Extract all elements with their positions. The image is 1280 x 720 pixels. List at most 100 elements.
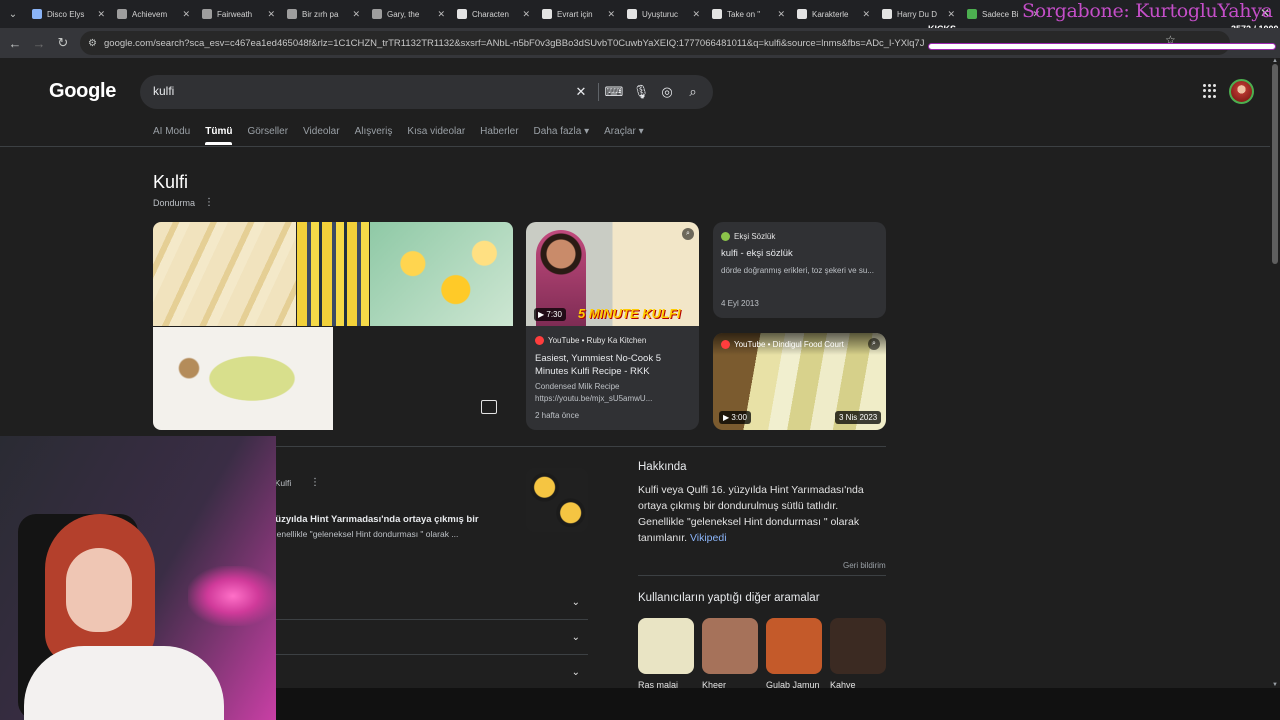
other-search-item[interactable]: Kahve xyxy=(830,618,886,690)
eksi-title[interactable]: kulfi - ekşi sözlük xyxy=(721,247,793,260)
tab-close-icon[interactable]: ✕ xyxy=(437,9,445,20)
search-tab[interactable]: Görseller xyxy=(247,126,288,145)
other-search-item[interactable]: Kheer xyxy=(702,618,758,690)
accordion-row-2[interactable]: ⌄ xyxy=(270,620,588,655)
search-tab[interactable]: Haberler xyxy=(480,126,518,145)
more-images-icon[interactable] xyxy=(481,400,497,414)
tab-close-icon[interactable]: ✕ xyxy=(777,9,785,20)
video2-duration: ▶ 3:00 xyxy=(719,411,751,424)
tab-favicon-icon xyxy=(712,9,722,19)
browser-tab[interactable]: Karakterle ✕ xyxy=(791,1,876,27)
search-tab[interactable]: Daha fazla ▾ xyxy=(534,126,590,145)
reload-icon[interactable]: ↻ xyxy=(51,31,75,55)
keyboard-icon[interactable]: ⌨ xyxy=(605,84,624,100)
video-title[interactable]: Easiest, Yummiest No-Cook 5 Minutes Kulf… xyxy=(535,352,685,378)
tab-favicon-icon xyxy=(32,9,42,19)
browser-tab[interactable]: Gary, the ✕ xyxy=(366,1,451,27)
video-thumbnail[interactable]: 5 MINUTE KULFI ▶ 7:30 ⌕ xyxy=(526,222,699,326)
browser-tab[interactable]: Achievem ✕ xyxy=(111,1,196,27)
streamer-shirt xyxy=(24,646,224,720)
other-search-thumbnail[interactable] xyxy=(830,618,886,674)
video2-source-label: YouTube • Dindigul Food Court xyxy=(734,340,844,349)
search-icon[interactable]: ⌕ xyxy=(685,84,701,100)
eksi-date: 4 Eyl 2013 xyxy=(721,299,759,308)
video-link[interactable]: https://youtu.be/mjx_sU5amwU... xyxy=(535,393,652,405)
google-apps-icon[interactable] xyxy=(1203,84,1217,98)
search-tab[interactable]: Videolar xyxy=(303,126,340,145)
account-avatar[interactable] xyxy=(1229,79,1254,104)
search-tab[interactable]: Alışveriş xyxy=(355,126,393,145)
tab-close-icon[interactable]: ✕ xyxy=(182,9,190,20)
kulfi-image-1[interactable] xyxy=(153,222,296,326)
browser-tab[interactable]: Disco Elys ✕ xyxy=(26,1,111,27)
browser-tab-label: Uyuşturuc xyxy=(642,9,679,19)
lens-icon[interactable]: ◎ xyxy=(659,84,675,100)
search-input[interactable] xyxy=(153,84,553,98)
search-tab[interactable]: Kısa videolar xyxy=(407,126,465,145)
result-thumbnail[interactable] xyxy=(526,468,588,532)
other-search-thumbnail[interactable] xyxy=(766,618,822,674)
browser-tab[interactable]: Uyuşturuc ✕ xyxy=(621,1,706,27)
kulfi-image-3[interactable] xyxy=(370,222,513,326)
knowledge-panel-title: Kulfi xyxy=(153,172,189,192)
tab-close-icon[interactable]: ✕ xyxy=(522,9,530,20)
other-search-item[interactable]: Gulab Jamun xyxy=(766,618,822,690)
search-box[interactable]: ✕ ⌨ 🎙 ◎ ⌕ xyxy=(140,75,713,109)
tab-close-icon[interactable]: ✕ xyxy=(97,9,105,20)
tab-search-chevron-icon[interactable]: ⌄ xyxy=(0,0,26,28)
more-options-icon[interactable]: ⋮ xyxy=(204,197,214,208)
tab-close-icon[interactable]: ✕ xyxy=(352,9,360,20)
browser-tab[interactable]: Characten ✕ xyxy=(451,1,536,27)
tab-favicon-icon xyxy=(627,9,637,19)
wikipedia-link[interactable]: Vikipedi xyxy=(690,532,727,544)
tab-favicon-icon xyxy=(882,9,892,19)
search-tab[interactable]: AI Modu xyxy=(153,126,190,145)
chevron-down-icon[interactable]: ⌄ xyxy=(572,597,580,608)
kulfi-image-4[interactable] xyxy=(153,327,333,430)
eksi-source: Ekşi Sözlük xyxy=(721,232,775,241)
tab-list: Disco Elys ✕ Achievem ✕ Fairweath ✕ Bir zırh p… xyxy=(26,1,1046,27)
video-desc: Condensed Milk Recipe xyxy=(535,382,620,391)
site-info-icon[interactable]: ⚙ xyxy=(88,38,104,49)
microphone-icon[interactable]: 🎙 xyxy=(633,84,650,100)
other-search-thumbnail[interactable] xyxy=(702,618,758,674)
browser-tab[interactable]: Fairweath ✕ xyxy=(196,1,281,27)
page-scrollbar[interactable]: ▲ ▼ xyxy=(1270,58,1280,720)
browser-tab[interactable]: Bir zırh pa ✕ xyxy=(281,1,366,27)
tab-close-icon[interactable]: ✕ xyxy=(692,9,700,20)
forward-arrow-icon[interactable]: → xyxy=(27,31,51,55)
browser-tab[interactable]: Evrart için ✕ xyxy=(536,1,621,27)
chevron-down-icon[interactable]: ⌄ xyxy=(572,632,580,643)
youtube-video-card[interactable]: 5 MINUTE KULFI ▶ 7:30 ⌕ YouTube • Ruby K… xyxy=(526,222,699,430)
browser-tab[interactable]: Take on " ✕ xyxy=(706,1,791,27)
tab-close-icon[interactable]: ✕ xyxy=(947,9,955,20)
eksi-sozluk-card[interactable]: Ekşi Sözlük kulfi - ekşi sözlük dörde do… xyxy=(713,222,886,318)
other-search-item[interactable]: Ras malai xyxy=(638,618,694,690)
tab-close-icon[interactable]: ✕ xyxy=(607,9,615,20)
feedback-link[interactable]: Geri bildirim xyxy=(843,561,886,570)
corner-menu-icon[interactable]: ⌕ xyxy=(682,228,694,240)
corner-menu-icon[interactable]: ⌕ xyxy=(868,338,880,350)
youtube-video-card-2[interactable]: YouTube • Dindigul Food Court ⌕ ▶ 3:00 3… xyxy=(713,333,886,430)
browser-tab-label: Fairweath xyxy=(217,9,253,19)
accordion-row-1[interactable]: ⌄ xyxy=(270,585,588,620)
other-search-thumbnail[interactable] xyxy=(638,618,694,674)
google-logo[interactable]: Google xyxy=(49,80,116,103)
streamer-face xyxy=(66,548,132,632)
chevron-down-icon[interactable]: ⌄ xyxy=(572,667,580,678)
search-tab[interactable]: Tümü xyxy=(205,126,233,145)
result-more-icon[interactable]: ⋮ xyxy=(310,477,320,488)
address-url[interactable]: google.com/search?sca_esv=c467ea1ed46504… xyxy=(104,38,924,49)
tab-close-icon[interactable]: ✕ xyxy=(862,9,870,20)
kulfi-image-2[interactable] xyxy=(297,222,369,326)
clear-search-icon[interactable]: ✕ xyxy=(573,84,589,100)
accordion-row-3[interactable]: ⌄ xyxy=(270,655,588,690)
bottom-bar xyxy=(276,688,1280,720)
back-arrow-icon[interactable]: ← xyxy=(3,31,27,55)
tab-close-icon[interactable]: ✕ xyxy=(267,9,275,20)
result-title[interactable]: yüzyılda Hint Yarımadası'nda ortaya çıkm… xyxy=(270,514,479,525)
search-tab[interactable]: Araçlar ▾ xyxy=(604,126,643,145)
browser-tab-label: Achievem xyxy=(132,9,168,19)
scrollbar-thumb[interactable] xyxy=(1272,64,1278,264)
knowledge-panel-subtitle: Dondurma xyxy=(153,198,196,208)
